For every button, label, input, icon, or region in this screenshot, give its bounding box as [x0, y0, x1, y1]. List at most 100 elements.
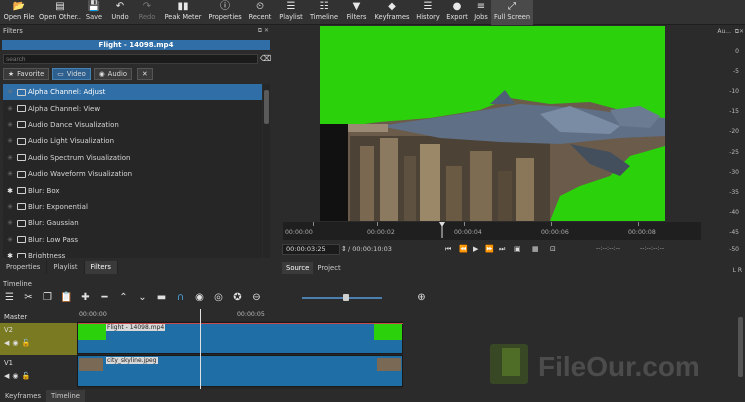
filter-list-item[interactable]: ✱ Blur: Box: [3, 182, 262, 198]
timeline-zoom-slider[interactable]: [302, 297, 382, 299]
close-filter-button[interactable]: ✕: [137, 68, 153, 80]
tab-keyframes[interactable]: Keyframes: [0, 390, 46, 402]
tab-video[interactable]: ▭ Video: [52, 68, 91, 80]
redo-button[interactable]: ↷ Redo: [134, 0, 160, 25]
jobs-button[interactable]: ≡ Jobs: [471, 0, 491, 25]
clear-search-icon[interactable]: ⌫: [260, 54, 271, 64]
lift-icon[interactable]: ⌃: [114, 290, 133, 306]
timeline-playhead[interactable]: [200, 309, 201, 389]
filter-list-item[interactable]: ✳ Audio Spectrum Visualization: [3, 150, 262, 166]
favorite-star-icon[interactable]: ✳: [3, 170, 17, 178]
ripple-all-icon[interactable]: ✪: [228, 290, 247, 306]
track-header-v2[interactable]: V2 ◀◉🔓: [0, 323, 77, 355]
tab-playlist[interactable]: Playlist: [47, 261, 85, 274]
timeline-menu-icon[interactable]: ☰: [0, 290, 19, 306]
player-playhead[interactable]: [439, 222, 445, 238]
playlist-button[interactable]: ☰ Playlist: [276, 0, 306, 25]
timeline-tracks[interactable]: Flight - 14098.mp4 city_skyline.jpeg 00:…: [77, 309, 404, 389]
panel-float-close-icon[interactable]: ⧉ ✕: [258, 26, 269, 36]
zoom-out-icon[interactable]: ⊖: [247, 290, 266, 306]
keyframes-button[interactable]: ◆ Keyframes: [371, 0, 413, 25]
volume-icon[interactable]: ▣: [514, 245, 521, 253]
filter-list-item[interactable]: ✳ Alpha Channel: View: [3, 100, 262, 116]
favorite-star-icon[interactable]: ✳: [3, 88, 17, 96]
fast-forward-icon[interactable]: ⏩: [485, 245, 494, 253]
filter-list-item[interactable]: ✳ Audio Waveform Visualization: [3, 166, 262, 182]
tab-filters[interactable]: Filters: [84, 261, 118, 274]
tab-properties[interactable]: Properties: [0, 261, 48, 274]
filter-list-item[interactable]: ✱ Brightness: [3, 248, 262, 258]
favorite-star-icon[interactable]: ✳: [3, 219, 17, 227]
open-other-button[interactable]: ▤ Open Other..: [38, 0, 82, 25]
clip-v1[interactable]: city_skyline.jpeg: [77, 355, 403, 387]
favorite-star-icon[interactable]: ✳: [3, 154, 17, 162]
overwrite-icon[interactable]: ⌄: [133, 290, 152, 306]
clip-name-v2: Flight - 14098.mp4: [106, 324, 166, 331]
zoom-in-icon[interactable]: ⊕: [412, 290, 431, 306]
undo-button[interactable]: ↶ Undo: [106, 0, 134, 25]
favorite-star-icon[interactable]: ✳: [3, 105, 17, 113]
filter-list-item[interactable]: ✳ Blur: Low Pass: [3, 232, 262, 248]
filter-list-item[interactable]: ✳ Audio Light Visualization: [3, 133, 262, 149]
tab-timeline[interactable]: Timeline: [46, 390, 85, 402]
rewind-icon[interactable]: ⏪: [459, 245, 468, 253]
filter-list-item[interactable]: ✳ Alpha Channel: Adjust: [3, 84, 262, 101]
grid-icon[interactable]: ▦: [532, 245, 539, 253]
player-source-tabs: Source Project: [282, 262, 345, 274]
save-button[interactable]: 💾 Save: [82, 0, 106, 25]
filter-list-scrollbar[interactable]: [263, 84, 270, 258]
zoom-slider-handle[interactable]: [343, 294, 349, 301]
filters-button[interactable]: ▼ Filters: [342, 0, 371, 25]
lock-icon[interactable]: 🔓: [22, 339, 34, 347]
video-preview[interactable]: [320, 26, 665, 221]
zoom-icon[interactable]: ⊡: [550, 245, 556, 253]
favorite-star-icon[interactable]: ✳: [3, 236, 17, 244]
tab-audio[interactable]: ◉ Audio: [93, 68, 132, 80]
tab-favorite[interactable]: ★ Favorite: [3, 68, 50, 80]
favorite-star-icon[interactable]: ✳: [3, 203, 17, 211]
tab-project[interactable]: Project: [313, 262, 344, 274]
clip-thumb-end: [377, 358, 401, 371]
panel-float-close-icon[interactable]: ⧉✕: [735, 28, 744, 36]
paste-icon[interactable]: 📋: [57, 290, 76, 306]
cut-icon[interactable]: ✂: [19, 290, 38, 306]
favorite-star-icon[interactable]: ✱: [3, 252, 17, 258]
copy-icon[interactable]: ❐: [38, 290, 57, 306]
filter-search-input[interactable]: [3, 54, 258, 64]
full-screen-button[interactable]: ⤢ Full Screen: [491, 0, 533, 25]
export-button[interactable]: ● Export: [443, 0, 471, 25]
scrollbar-thumb[interactable]: [264, 90, 269, 124]
remove-icon[interactable]: ━: [95, 290, 114, 306]
timeline-button[interactable]: ☷ Timeline: [306, 0, 342, 25]
favorite-star-icon[interactable]: ✳: [3, 121, 17, 129]
skip-previous-icon[interactable]: ⏮: [445, 245, 451, 254]
split-icon[interactable]: ▬: [152, 290, 171, 306]
clip-v2[interactable]: Flight - 14098.mp4: [77, 322, 404, 354]
skip-next-icon[interactable]: ⏭: [499, 245, 505, 254]
play-icon[interactable]: ▶: [473, 245, 478, 253]
favorite-star-icon[interactable]: ✳: [3, 137, 17, 145]
tab-source[interactable]: Source: [282, 262, 314, 274]
peak-meter-button[interactable]: ▮▮ Peak Meter: [160, 0, 206, 25]
time-spin-icon[interactable]: ⇕: [341, 245, 347, 253]
eye-icon[interactable]: ◉: [12, 372, 21, 380]
recent-button[interactable]: ⏲ Recent: [244, 0, 276, 25]
track-header-v1[interactable]: V1 ◀◉🔓: [0, 356, 77, 388]
filter-list-item[interactable]: ✳ Blur: Gaussian: [3, 215, 262, 231]
lock-icon[interactable]: 🔓: [22, 372, 34, 380]
open-file-button[interactable]: 📂 Open File: [0, 0, 38, 25]
current-time-field[interactable]: 00:00:03:25: [282, 244, 340, 255]
filter-list-item[interactable]: ✳ Blur: Exponential: [3, 199, 262, 215]
favorite-star-icon[interactable]: ✱: [3, 187, 17, 195]
scrub-icon[interactable]: ◉: [190, 290, 209, 306]
append-icon[interactable]: ✚: [76, 290, 95, 306]
history-button[interactable]: ☰ History: [413, 0, 443, 25]
eye-icon[interactable]: ◉: [12, 339, 21, 347]
snap-icon[interactable]: ∩: [171, 290, 190, 306]
ripple-icon[interactable]: ◎: [209, 290, 228, 306]
player-scrub-ruler[interactable]: 00:00:00 00:00:02 00:00:04 00:00:06 00:0…: [283, 222, 701, 240]
filter-list-item[interactable]: ✳ Audio Dance Visualization: [3, 117, 262, 133]
properties-button[interactable]: ⓘ Properties: [206, 0, 244, 25]
timeline-ruler[interactable]: 00:00:00 00:00:05: [77, 309, 403, 321]
audio-meter-title: Au...: [717, 28, 731, 35]
